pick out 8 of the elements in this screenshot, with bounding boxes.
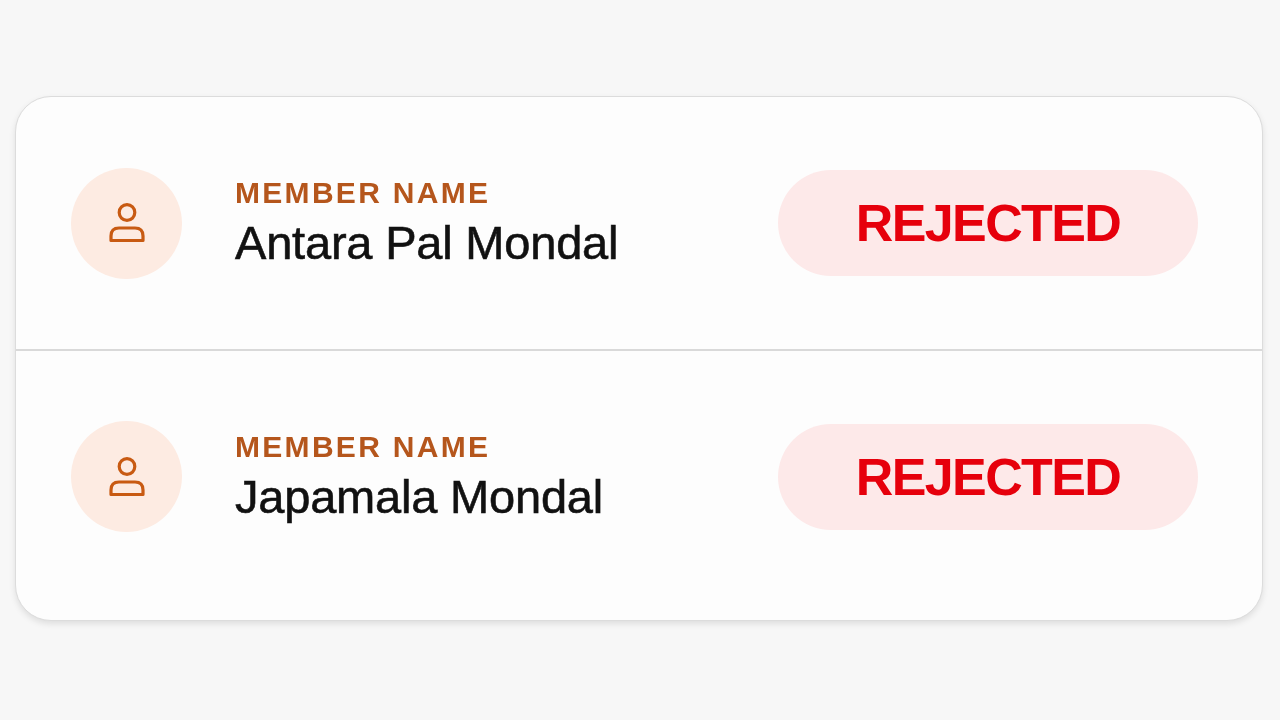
person-icon (108, 203, 145, 243)
field-label: MEMBER NAME (235, 429, 492, 464)
status-badge: REJECTED (778, 170, 1198, 276)
person-icon (108, 456, 145, 497)
status-badge: REJECTED (778, 423, 1198, 530)
field-label: MEMBER NAME (235, 176, 492, 210)
member-name: Antara Pal Mondal (235, 216, 620, 270)
member-name: Japamala Mondal (235, 469, 604, 524)
